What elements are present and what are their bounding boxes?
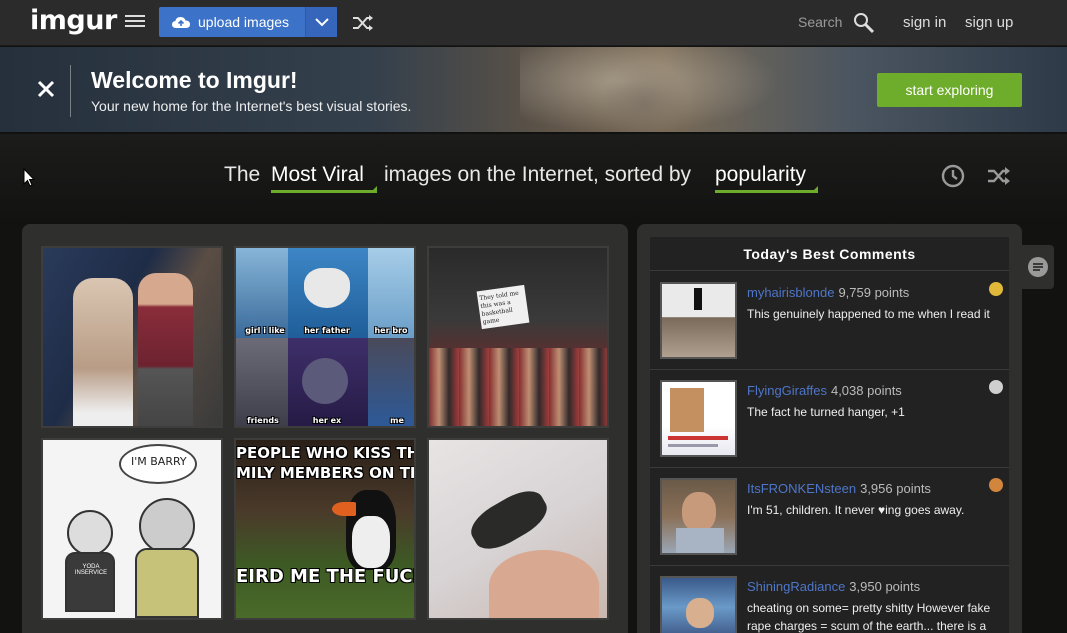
upload-label: upload images xyxy=(198,14,290,30)
upload-images-button[interactable]: upload images xyxy=(159,7,337,37)
dropdown-corner-icon xyxy=(370,186,377,193)
comments-toggle-tab[interactable] xyxy=(1022,245,1054,289)
sign-up-link[interactable]: sign up xyxy=(965,14,1013,31)
comment-author[interactable]: ShiningRadiance 3,950 points xyxy=(747,579,920,594)
gold-medal-icon xyxy=(989,282,1003,296)
comment-points: 3,956 points xyxy=(860,481,931,496)
comment-username[interactable]: ItsFRONKENsteen xyxy=(747,481,856,496)
search-label[interactable]: Search xyxy=(798,14,842,30)
gallery-image-4[interactable]: I'M BARRY YODA INSERVICE xyxy=(41,438,223,620)
comment-author[interactable]: ItsFRONKENsteen 3,956 points xyxy=(747,481,931,496)
gallery-image-5[interactable]: PEOPLE WHO KISS THEIR MILY MEMBERS ON TH… xyxy=(234,438,416,620)
comment-bubble-icon xyxy=(1028,257,1048,277)
clock-icon[interactable] xyxy=(941,164,965,188)
banner-cat-art xyxy=(600,62,690,132)
comment-text: I'm 51, children. It never ♥ing goes awa… xyxy=(747,503,965,517)
sort-order-dropdown[interactable]: popularity xyxy=(715,163,818,193)
caption-shirt: YODA INSERVICE xyxy=(74,564,108,576)
gallery-image-2[interactable]: girl i like her father her bro friends h… xyxy=(234,246,416,428)
random-shuffle-icon[interactable] xyxy=(352,14,374,32)
caption-shark-br: me xyxy=(390,416,404,425)
close-icon[interactable] xyxy=(37,80,55,98)
chevron-down-icon xyxy=(314,17,329,26)
dropdown-corner-icon xyxy=(811,186,818,193)
section-label: Most Viral xyxy=(271,163,364,186)
banner-divider xyxy=(70,65,71,117)
comment-username[interactable]: ShiningRadiance xyxy=(747,579,845,594)
shuffle-icon[interactable] xyxy=(987,166,1011,186)
comment-thumbnail[interactable] xyxy=(660,380,737,457)
sign-in-link[interactable]: sign in xyxy=(903,14,946,31)
banner-subtitle: Your new home for the Internet's best vi… xyxy=(91,98,412,114)
sort-prefix: The xyxy=(224,163,261,186)
caption-barry: I'M BARRY xyxy=(131,455,187,468)
comment-thumbnail[interactable] xyxy=(660,576,737,633)
sort-order-label: popularity xyxy=(715,163,807,186)
comment-text: This genuinely happened to me when I rea… xyxy=(747,307,990,321)
menu-icon[interactable] xyxy=(125,15,145,31)
comment-item[interactable]: ItsFRONKENsteen 3,956 points I'm 51, chil… xyxy=(650,468,1009,566)
comment-points: 3,950 points xyxy=(849,579,921,594)
comment-author[interactable]: FlyingGiraffes 4,038 points xyxy=(747,383,902,398)
comment-thumbnail[interactable] xyxy=(660,478,737,555)
comment-thumbnail[interactable] xyxy=(660,282,737,359)
comment-username[interactable]: FlyingGiraffes xyxy=(747,383,827,398)
search-icon[interactable] xyxy=(853,12,875,34)
caption-shark-right: her bro xyxy=(374,326,408,335)
comment-item[interactable]: FlyingGiraffes 4,038 points The fact he t… xyxy=(650,370,1009,468)
gallery-image-3[interactable]: They told me this was a basketball game xyxy=(427,246,609,428)
imgur-logo[interactable]: imgur xyxy=(30,5,117,36)
comment-item[interactable]: ShiningRadiance 3,950 points cheating on … xyxy=(650,566,1009,633)
top-bar: imgur upload images Search sign in sign … xyxy=(0,0,1067,46)
section-dropdown[interactable]: Most Viral xyxy=(271,163,377,193)
best-comments-panel: Today's Best Comments myhairisblonde 9,75… xyxy=(637,224,1022,633)
start-exploring-button[interactable]: start exploring xyxy=(877,73,1022,107)
comment-item[interactable]: myhairisblonde 9,759 points This genuinel… xyxy=(650,272,1009,370)
comment-points: 4,038 points xyxy=(830,383,902,398)
mouse-cursor-icon xyxy=(23,168,35,187)
sort-middle: images on the Internet, sorted by xyxy=(384,163,692,186)
comment-author[interactable]: myhairisblonde 9,759 points xyxy=(747,285,909,300)
welcome-banner: Welcome to Imgur! Your new home for the … xyxy=(0,47,1067,133)
best-comments-list: Today's Best Comments myhairisblonde 9,75… xyxy=(650,237,1009,633)
comment-username[interactable]: myhairisblonde xyxy=(747,285,834,300)
best-comments-title: Today's Best Comments xyxy=(650,237,1009,271)
banner-title: Welcome to Imgur! xyxy=(91,67,298,93)
caption-puffin-top2: MILY MEMBERS ON THE LI xyxy=(236,464,414,482)
sign-text: They told me this was a basketball game xyxy=(478,289,520,326)
silver-medal-icon xyxy=(989,380,1003,394)
bronze-medal-icon xyxy=(989,478,1003,492)
caption-puffin-top: PEOPLE WHO KISS THEIR xyxy=(236,444,414,462)
caption-puffin-bottom: EIRD ME THE FUCK O xyxy=(236,566,414,587)
gallery-image-1[interactable] xyxy=(41,246,223,428)
comment-text: The fact he turned hanger, +1 xyxy=(747,405,905,419)
cloud-upload-icon xyxy=(172,17,190,28)
comment-points: 9,759 points xyxy=(838,285,910,300)
gallery-image-6[interactable] xyxy=(427,438,609,620)
gallery-grid: girl i like her father her bro friends h… xyxy=(22,224,628,633)
comment-text: cheating on some= pretty shitty However … xyxy=(747,601,991,633)
upload-dropdown-button[interactable] xyxy=(305,7,337,37)
